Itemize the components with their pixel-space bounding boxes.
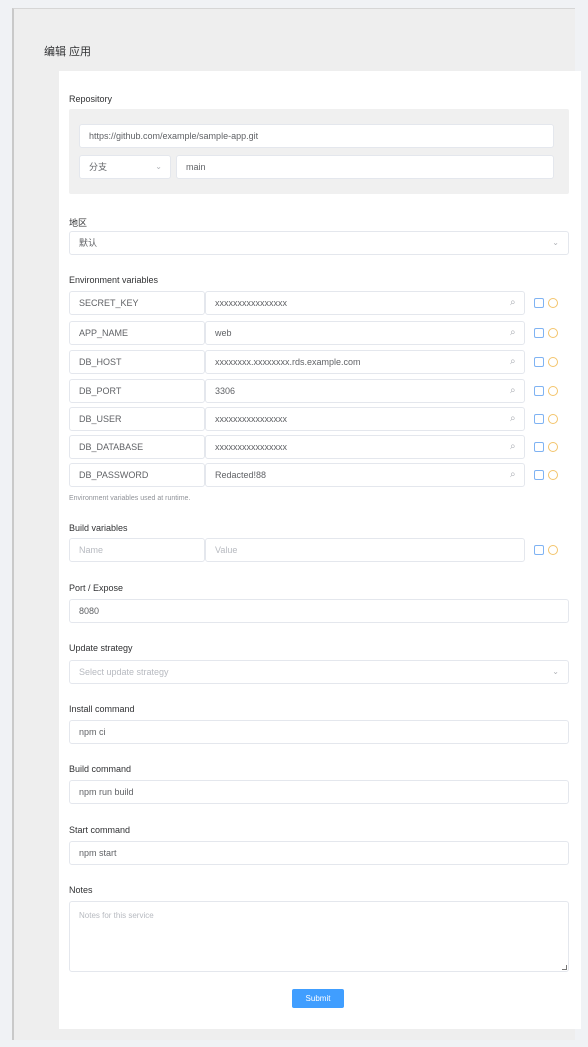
env-key-input[interactable]: DB_HOST xyxy=(69,350,205,374)
notes-placeholder: Notes for this service xyxy=(79,911,154,920)
region-value: 默认 xyxy=(79,238,98,248)
start-label: Start command xyxy=(69,825,131,835)
add-icon[interactable] xyxy=(534,298,544,308)
repo-section: https://github.com/example/sample-app.gi… xyxy=(69,109,569,194)
env-value-input[interactable]: xxxxxxxxxxxxxxxx xyxy=(205,407,525,431)
branch-input[interactable]: main xyxy=(176,155,554,179)
env-value-input[interactable]: xxxxxxxx.xxxxxxxx.rds.example.com xyxy=(205,350,525,374)
branch-type-value: 分支 xyxy=(89,162,108,172)
env-key-input[interactable]: APP_NAME xyxy=(69,321,205,345)
env-value-input[interactable]: Redacted!88 xyxy=(205,463,525,487)
env-label: Environment variables xyxy=(69,275,159,285)
resize-handle[interactable] xyxy=(562,965,567,970)
update-strategy-label: Update strategy xyxy=(69,643,133,653)
update-strategy-select[interactable]: Select update strategy ⌄ xyxy=(69,660,569,684)
add-icon[interactable] xyxy=(534,545,544,555)
remove-icon[interactable] xyxy=(548,545,558,555)
remove-icon[interactable] xyxy=(548,386,558,396)
start-command-input[interactable]: npm start xyxy=(69,841,569,865)
chevron-down-icon: ⌄ xyxy=(552,667,559,676)
env-key-input[interactable]: SECRET_KEY xyxy=(69,291,205,315)
port-label: Port / Expose xyxy=(69,583,124,593)
search-icon[interactable]: ⌕ xyxy=(510,356,516,367)
env-value-input[interactable]: xxxxxxxxxxxxxxxx xyxy=(205,435,525,459)
update-strategy-placeholder: Select update strategy xyxy=(79,667,169,677)
search-icon[interactable]: ⌕ xyxy=(510,413,516,424)
region-select[interactable]: 默认 ⌄ xyxy=(69,231,569,255)
search-icon[interactable]: ⌕ xyxy=(510,469,516,480)
env-hint: Environment variables used at runtime. xyxy=(69,495,191,502)
edit-form: Repository https://github.com/example/sa… xyxy=(59,71,581,1029)
chevron-down-icon: ⌄ xyxy=(552,238,559,247)
app-frame: 编辑 应用 Repository https://github.com/exam… xyxy=(12,8,581,1040)
remove-icon[interactable] xyxy=(548,298,558,308)
add-icon[interactable] xyxy=(534,414,544,424)
remove-icon[interactable] xyxy=(548,328,558,338)
repo-url-input[interactable]: https://github.com/example/sample-app.gi… xyxy=(79,124,554,148)
env-key-input[interactable]: DB_PASSWORD xyxy=(69,463,205,487)
repo-label: Repository xyxy=(69,94,113,104)
notes-label: Notes xyxy=(69,885,93,895)
chevron-down-icon: ⌄ xyxy=(155,162,162,171)
env-value-input[interactable]: xxxxxxxxxxxxxxxx xyxy=(205,291,525,315)
add-icon[interactable] xyxy=(534,328,544,338)
env-key-input[interactable]: DB_PORT xyxy=(69,379,205,403)
search-icon[interactable]: ⌕ xyxy=(510,327,516,338)
region-label: 地区 xyxy=(69,218,88,228)
build-vars-label: Build variables xyxy=(69,523,128,533)
remove-icon[interactable] xyxy=(548,470,558,480)
remove-icon[interactable] xyxy=(548,414,558,424)
search-icon[interactable]: ⌕ xyxy=(510,441,516,452)
notes-textarea[interactable]: Notes for this service xyxy=(69,901,569,972)
add-icon[interactable] xyxy=(534,470,544,480)
branch-type-select[interactable]: 分支 ⌄ xyxy=(79,155,171,179)
build-var-value-input[interactable]: Value xyxy=(205,538,525,562)
submit-button[interactable]: Submit xyxy=(292,989,344,1008)
build-label: Build command xyxy=(69,764,132,774)
env-value-input[interactable]: 3306 xyxy=(205,379,525,403)
search-icon[interactable]: ⌕ xyxy=(510,385,516,396)
add-icon[interactable] xyxy=(534,386,544,396)
search-icon[interactable]: ⌕ xyxy=(510,297,516,308)
build-command-input[interactable]: npm run build xyxy=(69,780,569,804)
install-command-input[interactable]: npm ci xyxy=(69,720,569,744)
port-input[interactable]: 8080 xyxy=(69,599,569,623)
add-icon[interactable] xyxy=(534,442,544,452)
install-label: Install command xyxy=(69,704,135,714)
add-icon[interactable] xyxy=(534,357,544,367)
build-var-key-input[interactable]: Name xyxy=(69,538,205,562)
env-key-input[interactable]: DB_DATABASE xyxy=(69,435,205,459)
env-key-input[interactable]: DB_USER xyxy=(69,407,205,431)
env-value-input[interactable]: web xyxy=(205,321,525,345)
remove-icon[interactable] xyxy=(548,442,558,452)
page-title: 编辑 应用 xyxy=(44,46,92,58)
remove-icon[interactable] xyxy=(548,357,558,367)
